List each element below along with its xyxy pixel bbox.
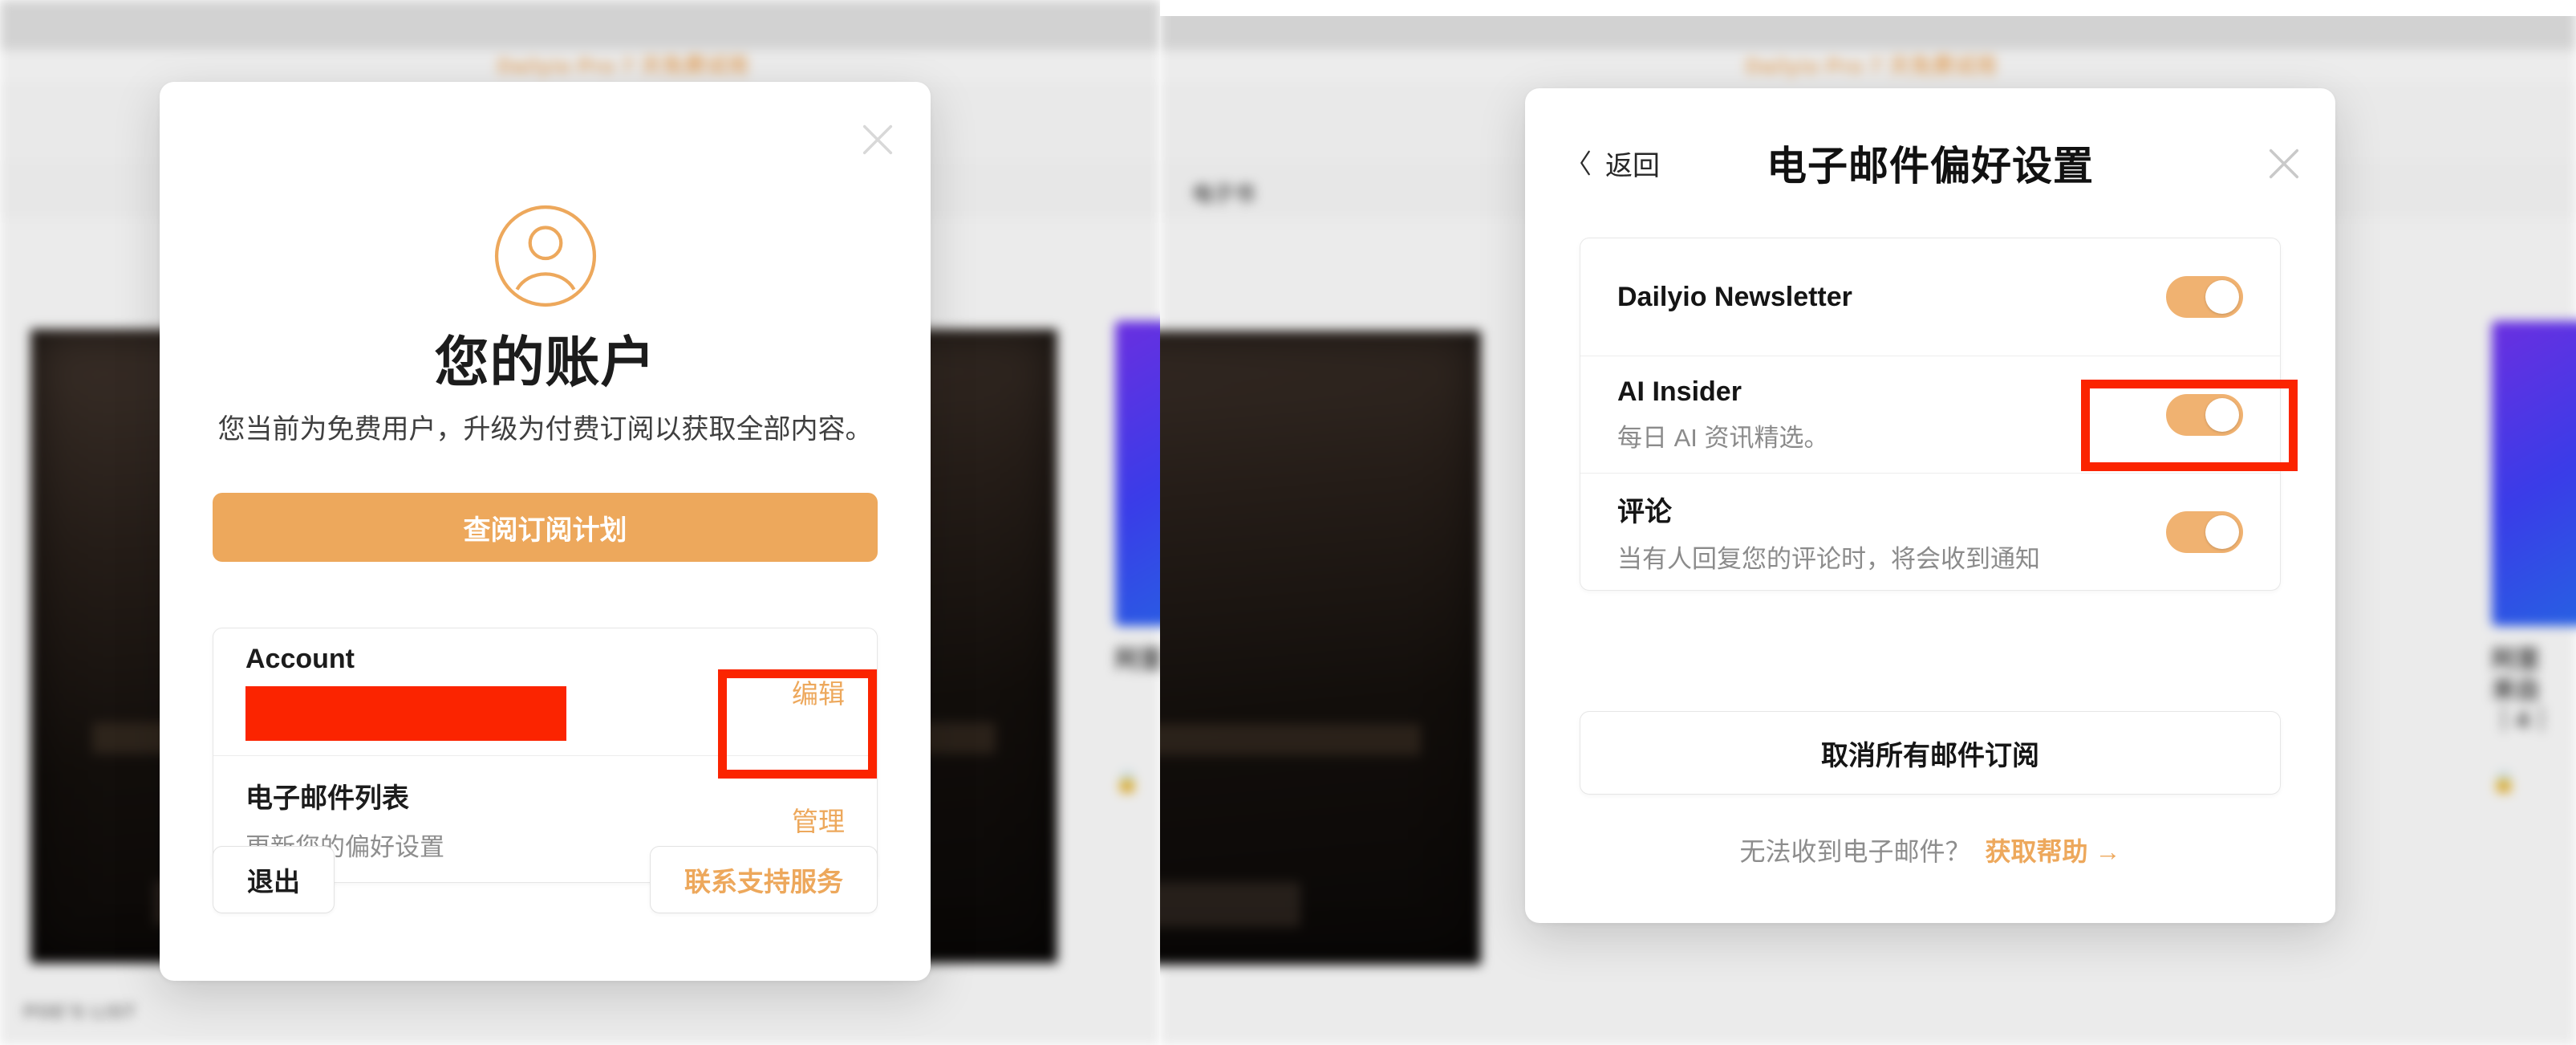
email-list-row-label: 电子邮件列表 (245, 783, 409, 814)
contact-support-button[interactable]: 联系支持服务 (650, 846, 878, 913)
account-subtitle: 您当前为免费用户，升级为付费订阅以获取全部内容。 (217, 414, 873, 445)
preference-row-newsletter[interactable]: Dailyio Newsletter (1580, 238, 2280, 356)
bg-card-thumbnail (2492, 321, 2576, 626)
account-modal: 您的账户 您当前为免费用户，升级为付费订阅以获取全部内容。 查阅订阅计划 Acc… (160, 82, 931, 981)
user-avatar-icon (493, 204, 598, 308)
preference-sublabel: 每日 AI 资讯精选。 (1617, 423, 1829, 452)
get-help-link[interactable]: 获取帮助 → (1986, 832, 2121, 868)
close-icon[interactable] (2262, 141, 2306, 186)
email-modal-header: 返回 电子邮件偏好设置 (1525, 88, 2335, 238)
toggle-knob (2205, 514, 2239, 549)
bg-card-title: 阿里 来自 ｜4｜ (2492, 647, 2554, 734)
right-screenshot-pane: Dailyio Pro 7 天免费试用 区 电子书 阿里来自中国开源模｜4｜AI… (1160, 0, 2576, 1045)
bg-footer-brand: POE'S LIST (24, 1002, 137, 1022)
bg-promo-banner-text: Dailyio Pro 7 天免费试用 (497, 54, 749, 78)
toggle-ai-insider[interactable] (2166, 393, 2243, 436)
bg-card-title: 阿里 (1115, 647, 1160, 673)
logout-button[interactable]: 退出 (213, 846, 335, 913)
edit-account-link[interactable]: 编辑 (792, 673, 845, 711)
bg-article-card-right: 阿里 来自 ｜4｜ 🔒 (2492, 321, 2576, 819)
redacted-email-value (245, 685, 566, 741)
help-question-text: 无法收到电子邮件？ (1739, 837, 1971, 866)
toggle-comments[interactable] (2166, 510, 2243, 553)
preference-label: AI Insider (1617, 376, 1742, 407)
account-modal-footer: 退出 联系支持服务 (213, 846, 878, 913)
bg-url-strip: xt.lois.me (1160, 0, 2576, 16)
email-preferences-modal: 返回 电子邮件偏好设置 Dailyio Newsletter AI Inside… (1525, 88, 2335, 923)
preference-label: Dailyio Newsletter (1617, 281, 1852, 312)
bg-card-thumbnail (1115, 321, 1160, 626)
view-subscription-plans-button[interactable]: 查阅订阅计划 (213, 493, 878, 562)
unsubscribe-all-button[interactable]: 取消所有邮件订阅 (1580, 711, 2281, 795)
bg-promo-banner-text: Dailyio Pro 7 天免费试用 (1746, 54, 1998, 78)
account-settings-card: Account 编辑 电子邮件列表 更新您的偏好设置 管理 (213, 628, 878, 883)
email-preferences-card: Dailyio Newsletter AI Insider 每日 AI 资讯精选… (1580, 238, 2281, 591)
preference-label: 评论 (1617, 496, 1672, 527)
toggle-knob (2205, 397, 2239, 432)
bg-nav-item-ebooks[interactable]: 电子书 (1192, 178, 1255, 208)
lock-icon: 🔒 (2492, 771, 2516, 793)
page-title: 您的账户 (434, 332, 656, 393)
help-line: 无法收到电子邮件？ 获取帮助 → (1525, 832, 2335, 868)
preference-sublabel: 当有人回复您的评论时，将会收到通知 (1617, 544, 2040, 573)
account-email-row[interactable]: Account 编辑 (213, 628, 877, 755)
preference-row-ai-insider[interactable]: AI Insider 每日 AI 资讯精选。 (1580, 356, 2280, 473)
close-icon[interactable] (855, 117, 900, 162)
bg-browser-topbar (0, 0, 1160, 50)
preference-row-comments[interactable]: 评论 当有人回复您的评论时，将会收到通知 (1580, 473, 2280, 590)
account-row-label: Account (245, 643, 355, 674)
bg-hero-photo-left (1160, 331, 1481, 965)
toggle-knob (2205, 280, 2239, 314)
email-modal-title: 电子邮件偏好设置 (1767, 144, 2094, 189)
lock-icon: 🔒 (1115, 771, 1139, 793)
manage-email-list-link[interactable]: 管理 (792, 800, 845, 839)
screenshot-canvas: Dailyio Pro 7 天免费试用 POE'S LIST 阿里 🔒 您的账户… (0, 0, 2576, 1045)
toggle-dailyio-newsletter[interactable] (2166, 276, 2243, 318)
left-screenshot-pane: Dailyio Pro 7 天免费试用 POE'S LIST 阿里 🔒 您的账户… (0, 0, 1160, 1045)
bg-article-card: 阿里 🔒 (1115, 321, 1160, 819)
